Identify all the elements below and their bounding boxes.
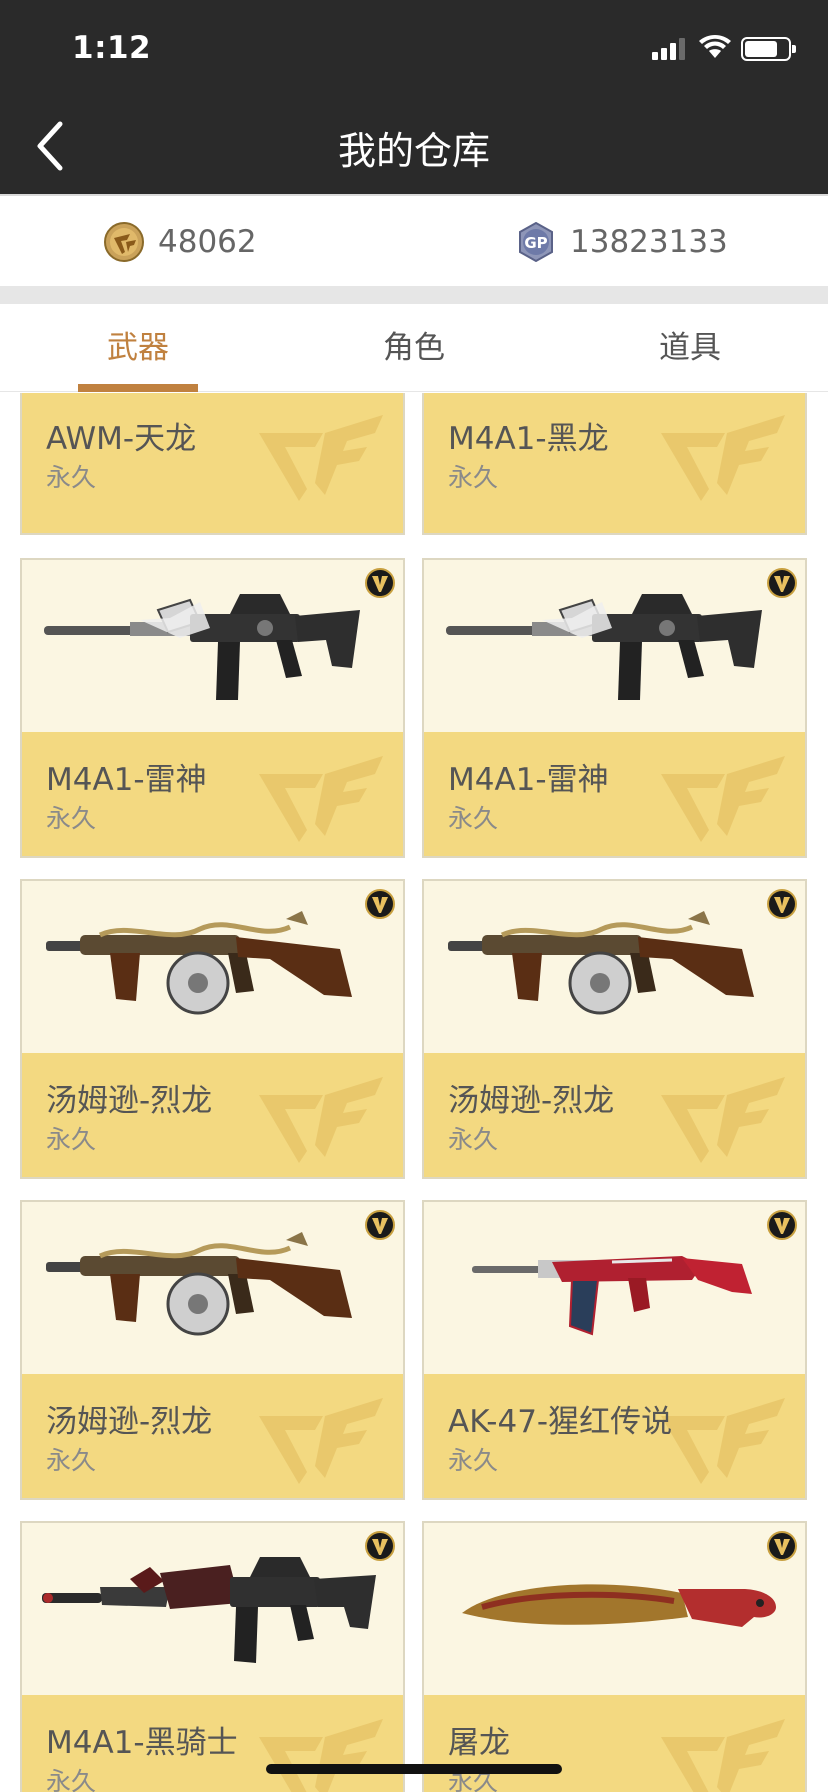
item-info: 汤姆逊-烈龙 永久 <box>22 1053 403 1177</box>
inventory-item-card[interactable]: M4A1-雷神 永久 <box>20 558 405 858</box>
thompson-dragon-image <box>40 1222 385 1357</box>
item-info: 屠龙 永久 <box>424 1695 805 1792</box>
item-image <box>22 881 403 1053</box>
item-info: AWM-天龙 永久 <box>22 393 403 533</box>
cf-logo-watermark <box>255 1065 385 1165</box>
item-name: AK-47-猩红传说 <box>448 1404 673 1440</box>
cellular-signal-icon <box>652 38 688 60</box>
item-name: 汤姆逊-烈龙 <box>46 1083 213 1119</box>
item-duration: 永久 <box>448 463 499 492</box>
thompson-dragon-image <box>40 901 385 1036</box>
wifi-icon <box>699 35 731 58</box>
thompson-dragon-image <box>442 901 787 1036</box>
item-image <box>424 560 805 732</box>
cf-logo-watermark <box>255 744 385 844</box>
cf-coin-icon <box>104 222 144 262</box>
cf-points-value: 48062 <box>158 224 257 260</box>
rifle-thunder-image <box>40 580 385 715</box>
inventory-item-card[interactable]: 屠龙 永久 <box>422 1521 807 1792</box>
item-info: 汤姆逊-烈龙 永久 <box>22 1374 403 1498</box>
gp-points-value: 13823133 <box>570 224 728 260</box>
inventory-item-card[interactable]: 汤姆逊-烈龙 永久 <box>20 879 405 1179</box>
item-duration: 永久 <box>46 1767 97 1792</box>
item-duration: 永久 <box>448 1446 499 1475</box>
inventory-item-card[interactable]: 汤姆逊-烈龙 永久 <box>20 1200 405 1500</box>
vip-badge-icon <box>767 1210 797 1240</box>
gp-coin-icon <box>516 222 556 262</box>
inventory-item-card[interactable]: AK-47-猩红传说 永久 <box>422 1200 807 1500</box>
item-duration: 永久 <box>448 804 499 833</box>
item-image <box>424 881 805 1053</box>
dragon-knife-image <box>442 1543 787 1678</box>
item-info: M4A1-黑龙 永久 <box>424 393 805 533</box>
cf-logo-watermark <box>255 403 385 503</box>
ak47-crimson-image <box>442 1222 787 1357</box>
page-title: 我的仓库 <box>337 129 490 173</box>
item-image <box>424 1523 805 1695</box>
home-indicator[interactable] <box>266 1764 562 1774</box>
vip-badge-icon <box>767 889 797 919</box>
gp-points-balance: 13823133 <box>516 222 728 262</box>
item-duration: 永久 <box>46 1125 97 1154</box>
cf-logo-watermark <box>657 744 787 844</box>
inventory-item-card[interactable]: M4A1-雷神 永久 <box>422 558 807 858</box>
item-info: M4A1-雷神 永久 <box>424 732 805 856</box>
item-image <box>22 1202 403 1374</box>
category-tabs: 武器 角色 道具 <box>0 304 828 392</box>
item-info: 汤姆逊-烈龙 永久 <box>424 1053 805 1177</box>
cf-logo-watermark <box>255 1707 385 1792</box>
item-name: M4A1-黑龙 <box>448 421 609 457</box>
active-tab-indicator <box>78 384 198 392</box>
item-image <box>424 1202 805 1374</box>
item-image <box>22 560 403 732</box>
item-image <box>22 1523 403 1695</box>
currency-bar: 48062 13823133 <box>0 194 828 286</box>
vip-badge-icon <box>767 1531 797 1561</box>
vip-badge-icon <box>365 568 395 598</box>
vip-badge-icon <box>365 889 395 919</box>
vip-badge-icon <box>365 1210 395 1240</box>
cf-points-balance: 48062 <box>104 222 257 262</box>
status-time: 1:12 <box>72 30 152 66</box>
rifle-black-knight-image <box>40 1543 385 1678</box>
item-info: AK-47-猩红传说 永久 <box>424 1374 805 1498</box>
item-name: M4A1-黑骑士 <box>46 1725 238 1761</box>
item-info: M4A1-雷神 永久 <box>22 732 403 856</box>
item-info: M4A1-黑骑士 永久 <box>22 1695 403 1792</box>
inventory-item-card[interactable]: M4A1-黑骑士 永久 <box>20 1521 405 1792</box>
inventory-item-card[interactable]: M4A1-黑龙 永久 <box>422 393 807 535</box>
cf-logo-watermark <box>657 403 787 503</box>
inventory-item-card[interactable]: AWM-天龙 永久 <box>20 393 405 535</box>
tab-items[interactable]: 道具 <box>552 304 828 392</box>
item-name: AWM-天龙 <box>46 421 197 457</box>
rifle-thunder-image <box>442 580 787 715</box>
cf-logo-watermark <box>255 1386 385 1486</box>
item-name: 汤姆逊-烈龙 <box>46 1404 213 1440</box>
item-duration: 永久 <box>46 1446 97 1475</box>
item-name: M4A1-雷神 <box>448 762 609 798</box>
battery-icon <box>741 37 796 61</box>
tab-characters[interactable]: 角色 <box>276 304 552 392</box>
item-name: 汤姆逊-烈龙 <box>448 1083 615 1119</box>
item-duration: 永久 <box>448 1125 499 1154</box>
inventory-grid: AWM-天龙 永久 M4A1-黑龙 永久 M4A1-雷神 永久 M4A1-雷神 <box>0 393 828 1792</box>
inventory-item-card[interactable]: 汤姆逊-烈龙 永久 <box>422 879 807 1179</box>
item-name: 屠龙 <box>448 1725 510 1761</box>
app-header: 1:12 我的仓库 <box>0 0 828 194</box>
item-name: M4A1-雷神 <box>46 762 207 798</box>
vip-badge-icon <box>365 1531 395 1561</box>
cf-logo-watermark <box>657 1386 787 1486</box>
item-duration: 永久 <box>46 463 97 492</box>
section-divider <box>0 286 828 304</box>
cf-logo-watermark <box>657 1707 787 1792</box>
vip-badge-icon <box>767 568 797 598</box>
cf-logo-watermark <box>657 1065 787 1165</box>
tab-weapons[interactable]: 武器 <box>0 304 276 392</box>
item-duration: 永久 <box>46 804 97 833</box>
